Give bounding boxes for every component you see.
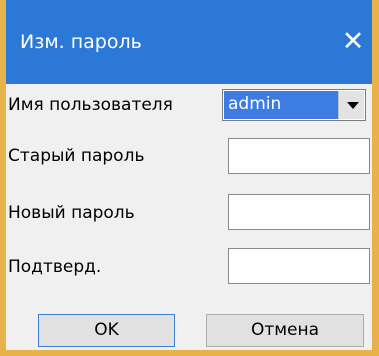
old-password-input[interactable] — [228, 138, 370, 174]
confirm-password-input[interactable] — [228, 248, 370, 284]
old-password-label: Старый пароль — [8, 146, 145, 166]
title-bar[interactable]: Изм. пароль ✕ — [6, 0, 372, 84]
username-selected-value[interactable]: admin — [224, 91, 338, 119]
dropdown-button[interactable] — [338, 91, 364, 119]
username-select[interactable]: admin — [222, 89, 366, 121]
close-icon[interactable]: ✕ — [336, 28, 370, 56]
new-password-label: Новый пароль — [8, 203, 135, 223]
chevron-down-icon — [347, 102, 359, 109]
new-password-input[interactable] — [228, 194, 370, 230]
ok-button[interactable]: OK — [38, 314, 175, 347]
confirm-password-label: Подтверд. — [8, 257, 102, 277]
username-label: Имя пользователя — [8, 95, 173, 115]
window-frame: Изм. пароль ✕ Имя пользователя admin Ста… — [0, 0, 379, 356]
change-password-dialog: Изм. пароль ✕ Имя пользователя admin Ста… — [6, 0, 372, 350]
dialog-title: Изм. пароль — [20, 31, 142, 53]
cancel-button[interactable]: Отмена — [206, 314, 364, 347]
